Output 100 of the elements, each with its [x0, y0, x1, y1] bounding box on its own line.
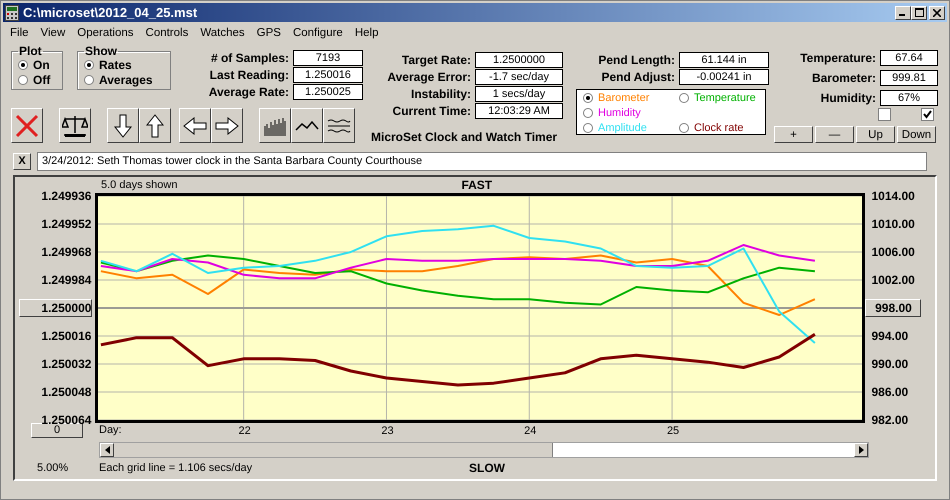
left-arrow-icon	[104, 446, 110, 454]
radio-option[interactable]: Off	[18, 73, 58, 87]
axis-label: 990.00	[871, 356, 908, 371]
note-field[interactable]: 3/24/2012: Seth Thomas tower clock in the Santa Barbara County Courthouse	[37, 152, 927, 170]
tool-button[interactable]	[211, 108, 243, 143]
axis-label: 1.250016	[41, 328, 92, 343]
scale-icon	[62, 114, 88, 138]
series-option[interactable]: Humidity	[583, 105, 679, 120]
bar-graph-icon	[264, 116, 286, 136]
checkbox[interactable]	[878, 108, 891, 121]
axis-label: 1010.00	[871, 216, 915, 231]
series-option[interactable]: Clock rate	[679, 120, 771, 135]
scale-button[interactable]: —	[815, 126, 854, 143]
minimize-button[interactable]	[895, 6, 911, 20]
value-field: 67%	[880, 90, 938, 106]
minimize-icon	[899, 14, 905, 16]
axis-label: 1002.00	[871, 272, 915, 287]
field-label: Temperature:	[799, 51, 876, 65]
menu-item[interactable]: Configure	[286, 27, 349, 39]
tool-button[interactable]	[259, 108, 291, 143]
up-arrow-icon	[146, 114, 164, 138]
field-label: Humidity:	[820, 91, 876, 105]
value-field: 999.81	[880, 70, 938, 86]
zigzag-icon	[295, 120, 319, 132]
value-field: 7193	[293, 50, 363, 66]
window-title: C:\microset\2012_04_25.mst	[23, 5, 198, 20]
field-label: Average Rate:	[208, 85, 289, 99]
tool-button[interactable]	[139, 108, 171, 143]
value-field: -0.00241 in	[679, 69, 769, 85]
group-title: Plot	[18, 44, 43, 58]
zoom-label: 5.00%	[36, 462, 70, 474]
axis-label: 982.00	[871, 412, 908, 427]
scale-button[interactable]: +	[774, 126, 813, 143]
menu-item[interactable]: Watches	[194, 27, 251, 39]
field-label: Pend Adjust:	[600, 70, 675, 84]
tool-button[interactable]	[179, 108, 211, 143]
right-arrow-icon	[858, 446, 864, 454]
axis-label: 994.00	[871, 328, 908, 343]
x-axis-title: Day:	[99, 424, 122, 436]
value-field: 1 secs/day	[475, 86, 563, 102]
right-arrow-icon	[215, 116, 239, 134]
menu-item[interactable]: File	[4, 27, 35, 39]
axis-label: 986.00	[871, 384, 908, 399]
tool-button[interactable]	[59, 108, 91, 143]
offset-button[interactable]: 0	[31, 422, 83, 438]
tool-button[interactable]	[11, 108, 43, 143]
field-label: Target Rate:	[400, 53, 471, 67]
axis-label: 1.249952	[41, 216, 92, 231]
tool-button[interactable]	[291, 108, 323, 143]
clear-note-button[interactable]: X	[13, 152, 31, 170]
calculator-icon	[5, 4, 19, 20]
down-arrow-icon	[114, 114, 132, 138]
axis-label: 1.250032	[41, 356, 92, 371]
field-label: Average Error:	[386, 70, 471, 84]
maximize-button[interactable]	[911, 6, 927, 20]
checkbox[interactable]	[921, 108, 934, 121]
axis-label: 1006.00	[871, 244, 915, 259]
field-label: Last Reading:	[208, 68, 289, 82]
menu-item[interactable]: GPS	[250, 27, 287, 39]
value-field: 12:03:29 AM	[475, 103, 563, 119]
maximize-icon	[914, 8, 924, 17]
scale-button[interactable]: Up	[856, 126, 895, 143]
axis-label: 1.249936	[41, 188, 92, 203]
axis-label: 1.249968	[41, 244, 92, 259]
app-title: MicroSet Clock and Watch Timer	[371, 130, 558, 144]
grid-note: Each grid line = 1.106 secs/day	[99, 462, 254, 474]
center-rate-button[interactable]: 1.250000	[19, 298, 92, 317]
value-field: 61.144 in	[679, 52, 769, 68]
tool-button[interactable]	[107, 108, 139, 143]
fast-label: FAST	[461, 178, 492, 192]
axis-label: 1.249984	[41, 272, 92, 287]
close-icon	[933, 8, 941, 16]
field-label: Barometer:	[810, 71, 876, 85]
value-field: 1.250025	[293, 84, 363, 100]
wavy-lines-icon	[327, 118, 351, 132]
left-arrow-icon	[183, 116, 207, 134]
menu-item[interactable]: Help	[348, 27, 384, 39]
group-title: Show	[84, 44, 118, 58]
radio-option[interactable]: Rates	[84, 58, 166, 72]
field-label: # of Samples:	[210, 51, 289, 65]
value-field: 67.64	[880, 50, 938, 66]
value-field: -1.7 sec/day	[475, 69, 563, 85]
close-button[interactable]	[929, 6, 945, 20]
value-field: 1.2500000	[475, 52, 563, 68]
tool-button[interactable]	[323, 108, 355, 143]
axis-label: 1.250048	[41, 384, 92, 399]
menu-item[interactable]: View	[34, 27, 72, 39]
menu-item[interactable]: Controls	[140, 27, 194, 39]
radio-option[interactable]: On	[18, 58, 58, 72]
radio-option[interactable]: Averages	[84, 73, 166, 87]
menu-item[interactable]: Operations	[71, 27, 140, 39]
axis-label: 1014.00	[871, 188, 915, 203]
field-label: Pend Length:	[597, 53, 675, 67]
slow-label: SLOW	[469, 461, 505, 476]
days-shown-label: 5.0 days shown	[101, 178, 178, 191]
field-label: Instability:	[410, 87, 471, 101]
field-label: Current Time:	[392, 104, 471, 118]
center-scale-button[interactable]: 998.00	[865, 298, 922, 317]
horizontal-scrollbar[interactable]	[99, 442, 869, 458]
scale-button[interactable]: Down	[897, 126, 936, 143]
